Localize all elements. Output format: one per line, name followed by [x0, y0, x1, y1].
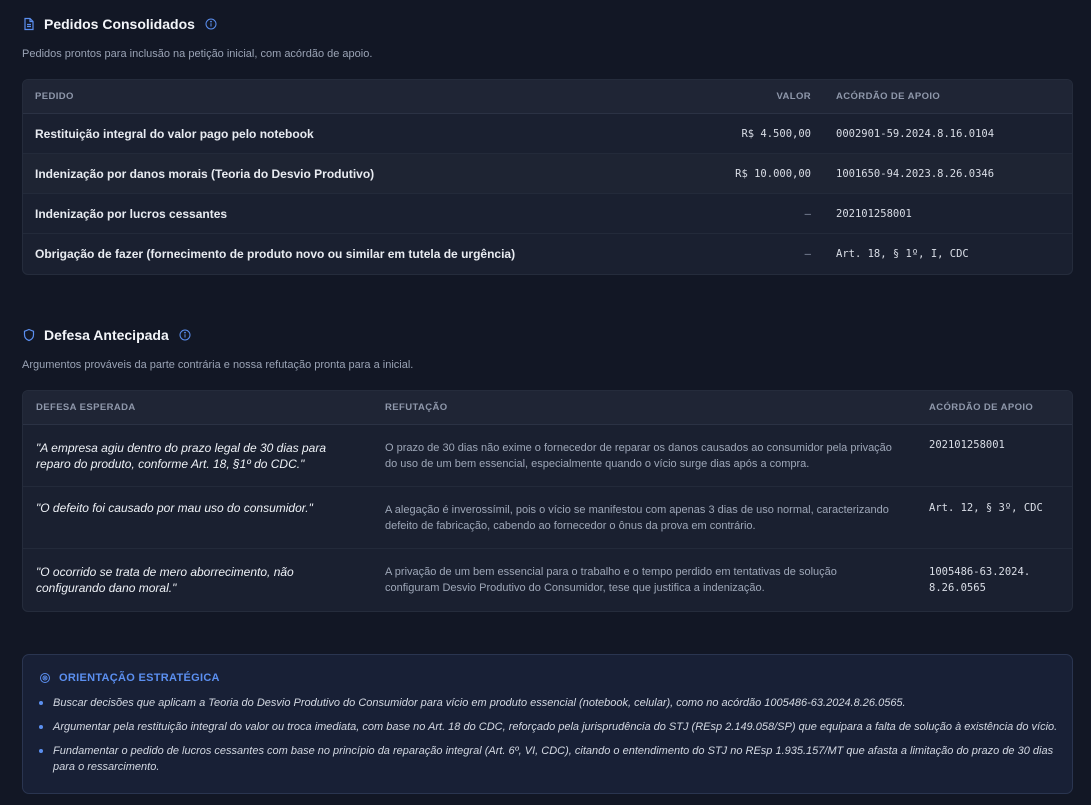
pedido-cell: Restituição integral do valor pago pelo …: [35, 126, 314, 141]
bullet-icon: [39, 749, 43, 753]
table-row: Obrigação de fazer (fornecimento de prod…: [23, 234, 1072, 274]
acordao-cell: Art. 18, § 1º, I, CDC: [836, 248, 969, 260]
acordao-cell: 1005486-63.2024.8.26.0565: [929, 566, 1031, 594]
valor-cell: R$ 4.500,00: [741, 127, 811, 140]
pedido-cell: Obrigação de fazer (fornecimento de prod…: [35, 247, 516, 261]
valor-cell: R$ 10.000,00: [735, 167, 811, 180]
defesa-section-title: Defesa Antecipada: [22, 327, 191, 343]
refutacao-cell: A privação de um bem essencial para o tr…: [385, 566, 837, 594]
list-item: Buscar decisões que aplicam a Teoria do …: [39, 695, 1059, 711]
orientacao-card: ORIENTAÇÃO ESTRATÉGICA Buscar decisões q…: [22, 654, 1073, 794]
refutacao-cell: O prazo de 30 dias não exime o fornecedo…: [385, 441, 892, 470]
table-row: Indenização por lucros cessantes — 20210…: [23, 194, 1072, 234]
bullet-icon: [39, 725, 43, 729]
header-pedido: PEDIDO: [35, 91, 74, 102]
pedido-cell: Indenização por lucros cessantes: [35, 206, 228, 221]
orientacao-title: ORIENTAÇÃO ESTRATÉGICA: [59, 672, 220, 684]
pedidos-table: PEDIDO VALOR ACÓRDÃO DE APOIO Restituiçã…: [22, 79, 1073, 275]
acordao-cell: 202101258001: [929, 439, 1005, 451]
defesa-table: DEFESA ESPERADA REFUTAÇÃO ACÓRDÃO DE APO…: [22, 390, 1073, 612]
acordao-cell: 202101258001: [836, 207, 912, 220]
refutacao-cell: A alegação é inverossímil, pois o vício …: [385, 503, 889, 532]
table-header: DEFESA ESPERADA REFUTAÇÃO ACÓRDÃO DE APO…: [23, 391, 1072, 425]
document-icon: [22, 17, 36, 31]
list-item: Argumentar pela restituição integral do …: [39, 719, 1059, 735]
table-header: PEDIDO VALOR ACÓRDÃO DE APOIO: [23, 80, 1072, 114]
acordao-cell: Art. 12, § 3º, CDC: [929, 502, 1043, 514]
defesa-subtitle: Argumentos prováveis da parte contrária …: [22, 359, 414, 371]
header-defesa: DEFESA ESPERADA: [36, 402, 136, 413]
acordao-cell: 1001650-94.2023.8.26.0346: [836, 167, 995, 180]
pedidos-section-title: Pedidos Consolidados: [22, 16, 217, 32]
pedido-cell: Indenização por danos morais (Teoria do …: [35, 166, 375, 181]
shield-icon: [22, 328, 36, 342]
table-row: Restituição integral do valor pago pelo …: [23, 114, 1072, 154]
defesa-cell: "A empresa agiu dentro do prazo legal de…: [36, 440, 327, 471]
defesa-cell: "O defeito foi causado por mau uso do co…: [36, 501, 313, 515]
defesa-cell: "O ocorrido se trata de mero aborrecimen…: [36, 565, 294, 595]
valor-cell: —: [804, 248, 811, 260]
orientacao-title-row: ORIENTAÇÃO ESTRATÉGICA: [39, 672, 220, 684]
list-item-text: Fundamentar o pedido de lucros cessantes…: [53, 745, 1054, 773]
list-item: Fundamentar o pedido de lucros cessantes…: [39, 743, 1059, 775]
valor-cell: —: [804, 207, 811, 220]
header-acordao: ACÓRDÃO DE APOIO: [929, 402, 1034, 413]
info-icon[interactable]: [179, 329, 191, 341]
pedidos-title: Pedidos Consolidados: [44, 16, 195, 32]
bullet-icon: [39, 701, 43, 705]
pedidos-subtitle: Pedidos prontos para inclusão na petição…: [22, 48, 373, 60]
header-acordao: ACÓRDÃO DE APOIO: [836, 91, 941, 102]
acordao-cell: 0002901-59.2024.8.16.0104: [836, 127, 995, 140]
target-icon: [39, 672, 51, 684]
defesa-title: Defesa Antecipada: [44, 327, 169, 343]
table-row: "O ocorrido se trata de mero aborrecimen…: [23, 549, 1072, 611]
table-row: Indenização por danos morais (Teoria do …: [23, 154, 1072, 194]
list-item-text: Buscar decisões que aplicam a Teoria do …: [53, 697, 906, 709]
list-item-text: Argumentar pela restituição integral do …: [53, 721, 1058, 733]
info-icon[interactable]: [205, 18, 217, 30]
orientacao-list: Buscar decisões que aplicam a Teoria do …: [39, 695, 1059, 783]
table-row: "A empresa agiu dentro do prazo legal de…: [23, 425, 1072, 487]
header-valor: VALOR: [776, 91, 811, 102]
table-row: "O defeito foi causado por mau uso do co…: [23, 487, 1072, 549]
header-refutacao: REFUTAÇÃO: [385, 402, 448, 413]
